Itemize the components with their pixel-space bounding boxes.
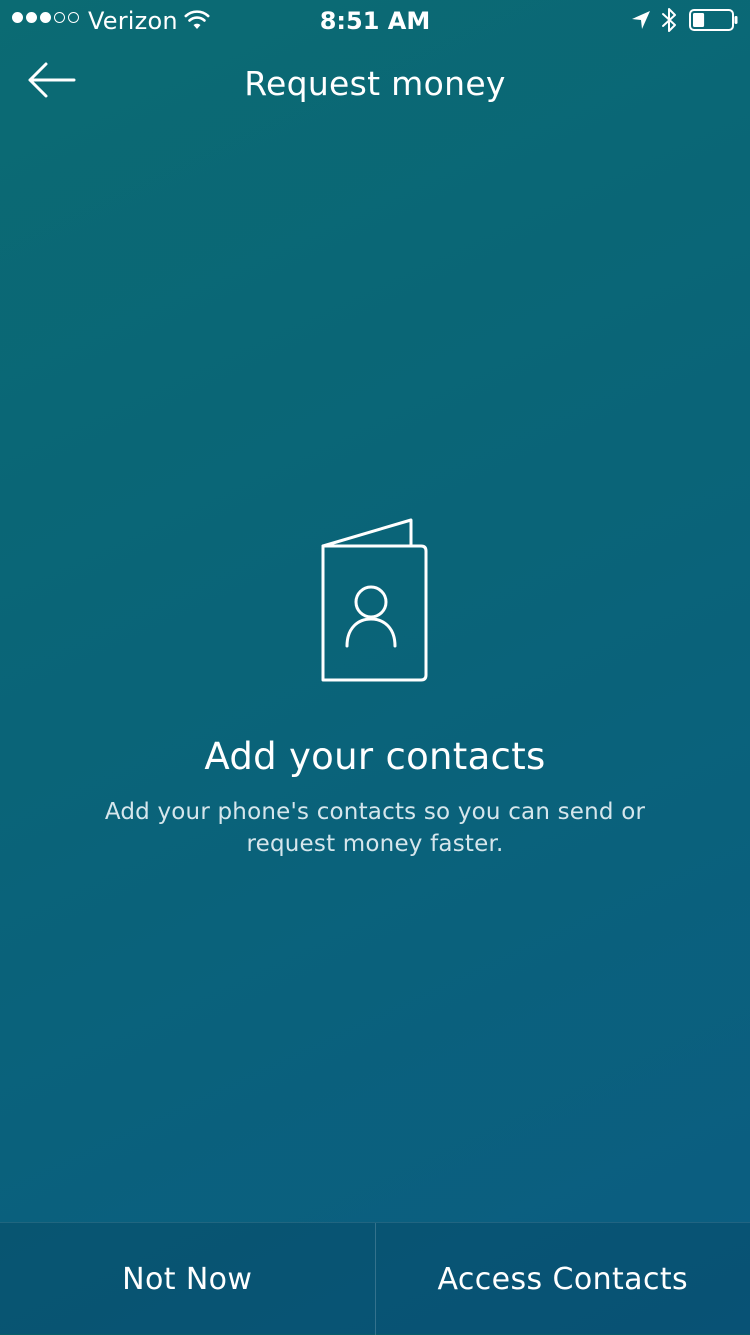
- navigation-bar: Request money: [0, 40, 750, 130]
- page-title: Request money: [0, 64, 750, 104]
- status-bar: Verizon 8:51 AM: [0, 0, 750, 40]
- empty-state-description: Add your phone's contacts so you can sen…: [75, 796, 675, 860]
- battery-icon: [689, 9, 739, 31]
- not-now-button[interactable]: Not Now: [0, 1223, 375, 1335]
- access-contacts-button[interactable]: Access Contacts: [376, 1223, 750, 1335]
- bluetooth-icon: [661, 7, 677, 33]
- empty-state-title: Add your contacts: [0, 734, 750, 780]
- location-arrow-icon: [630, 9, 652, 31]
- action-bar: Not Now Access Contacts: [0, 1222, 750, 1335]
- address-book-icon: [318, 516, 432, 686]
